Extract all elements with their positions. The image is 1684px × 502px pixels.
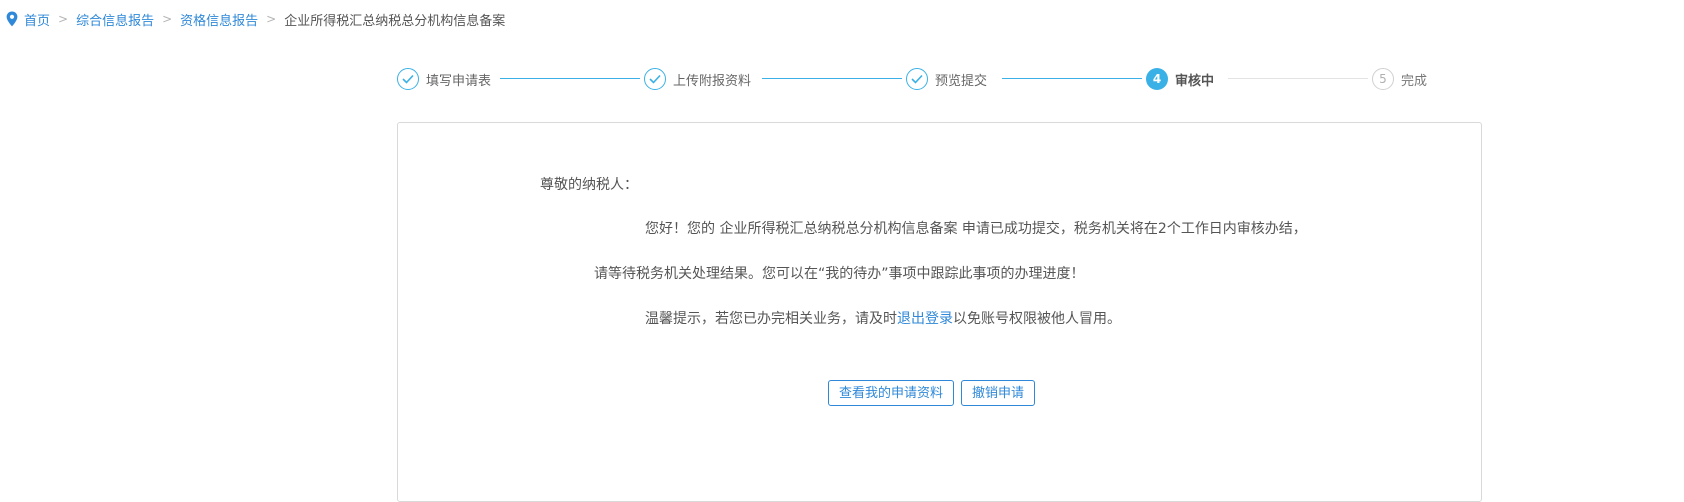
view-application-button[interactable]: 查看我的申请资料	[828, 380, 955, 406]
step-number-5: 5	[1372, 68, 1394, 90]
greeting-text: 尊敬的纳税人：	[540, 177, 638, 193]
step-label: 填写申请表	[426, 73, 492, 89]
step-connector	[1228, 78, 1368, 79]
step-number-4: 4	[1146, 68, 1168, 90]
submission-success-line: 您好！您的 企业所得税汇总纳税总分机构信息备案 申请已成功提交，税务机关将在2个…	[645, 219, 1307, 239]
breadcrumb-separator: >	[58, 12, 69, 26]
revoke-application-button[interactable]: 撤销申请	[961, 380, 1036, 406]
step-label: 完成	[1401, 73, 1428, 89]
breadcrumb-home[interactable]: 首页	[24, 10, 50, 29]
step-complete: 5 完成	[1372, 66, 1427, 92]
step-connector	[500, 78, 640, 79]
step-preview-submit: 预览提交	[906, 66, 987, 92]
tip-suffix: 以免账号权限被他人冒用。	[953, 311, 1121, 327]
step-label: 上传附报资料	[673, 73, 752, 89]
breadcrumb: 首页 > 综合信息报告 > 资格信息报告 > 企业所得税汇总纳税总分机构信息备案	[6, 9, 505, 29]
breadcrumb-comprehensive-report[interactable]: 综合信息报告	[76, 10, 154, 29]
step-connector	[762, 78, 902, 79]
step-label: 审核中	[1175, 73, 1215, 89]
step-upload-attachments: 上传附报资料	[644, 66, 751, 92]
step-label: 预览提交	[935, 73, 988, 89]
breadcrumb-separator: >	[266, 12, 277, 26]
location-pin-icon	[6, 11, 18, 27]
wait-notice-line: 请等待税务机关处理结果。您可以在“我的待办”事项中跟踪此事项的办理进度！	[594, 266, 1085, 282]
warm-tip-line: 温馨提示，若您已办完相关业务，请及时退出登录以免账号权限被他人冒用。	[645, 309, 1121, 329]
breadcrumb-current: 企业所得税汇总纳税总分机构信息备案	[284, 13, 506, 29]
check-icon	[397, 68, 419, 90]
step-connector	[1002, 78, 1142, 79]
step-under-review: 4 审核中	[1146, 66, 1214, 92]
message-prefix: 您好！您的	[645, 221, 715, 237]
logout-link[interactable]: 退出登录	[897, 311, 953, 327]
check-icon	[906, 68, 928, 90]
result-panel: 尊敬的纳税人： 您好！您的 企业所得税汇总纳税总分机构信息备案 申请已成功提交，…	[397, 122, 1482, 502]
step-fill-form: 填写申请表	[397, 66, 491, 92]
check-icon	[644, 68, 666, 90]
progress-steps: 填写申请表 上传附报资料 预览提交 4 审核中 5 完成	[397, 66, 1482, 92]
breadcrumb-qualification-report[interactable]: 资格信息报告	[180, 10, 258, 29]
tip-prefix: 温馨提示，若您已办完相关业务，请及时	[645, 311, 897, 327]
message-suffix: 申请已成功提交，税务机关将在2个工作日内审核办结，	[961, 221, 1307, 237]
business-item-name: 企业所得税汇总纳税总分机构信息备案	[719, 221, 958, 237]
breadcrumb-separator: >	[162, 12, 173, 26]
